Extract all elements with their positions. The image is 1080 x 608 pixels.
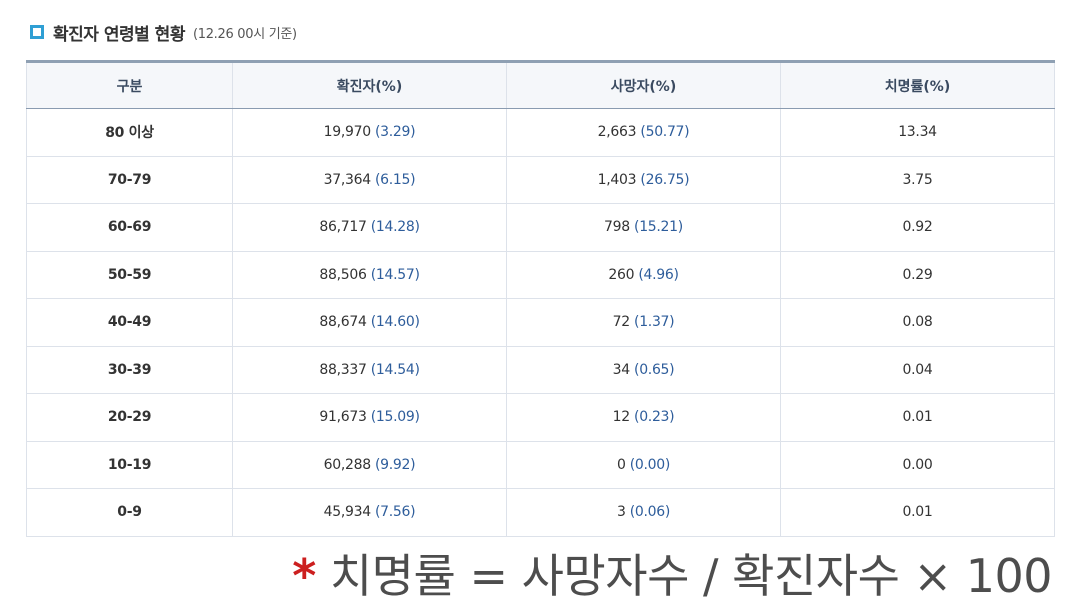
cases-cell: 60,288 (9.92): [232, 441, 507, 489]
deaths-percent: (0.00): [629, 456, 671, 473]
deaths-percent: (26.75): [640, 171, 690, 188]
deaths-count: 12: [612, 409, 631, 426]
fatality-rate-cell: 0.92: [780, 203, 1055, 252]
age-group-cell: 10-19: [26, 441, 233, 489]
square-bullet-icon: [30, 25, 44, 39]
age-group-cell: 30-39: [26, 346, 233, 394]
deaths-cell: 0 (0.00): [506, 441, 781, 489]
deaths-percent: (0.23): [634, 409, 675, 426]
cases-count: 88,506: [319, 266, 367, 283]
cases-cell: 91,673 (15.09): [232, 393, 507, 442]
deaths-count: 3: [616, 504, 626, 521]
cases-percent: (6.15): [375, 171, 416, 188]
cases-count: 86,717: [319, 219, 367, 236]
deaths-percent: (15.21): [634, 219, 683, 236]
deaths-cell: 34 (0.65): [506, 346, 781, 394]
cases-cell: 86,717 (14.28): [232, 203, 507, 252]
deaths-count: 1,403: [597, 171, 637, 188]
age-group-cell: 70-79: [26, 156, 233, 204]
fatality-rate-cell: 13.34: [780, 108, 1055, 157]
table-header-row: 구분 확진자(%) 사망자(%) 치명률(%): [26, 61, 1055, 109]
cases-count: 88,337: [319, 361, 367, 378]
cases-percent: (3.29): [375, 124, 416, 141]
cases-cell: 37,364 (6.15): [232, 156, 507, 204]
cases-cell: 19,970 (3.29): [232, 108, 507, 157]
header-category: 구분: [26, 61, 233, 109]
section-subtitle: (12.26 00시 기준): [192, 26, 297, 42]
cases-count: 88,674: [319, 314, 367, 331]
header-deaths: 사망자(%): [506, 61, 781, 109]
fatality-rate-cell: 0.08: [780, 298, 1055, 347]
header-cases: 확진자(%): [232, 61, 507, 109]
table-row: 40-49 88,674 (14.60) 72 (1.37) 0.08: [26, 298, 1055, 347]
cases-count: 19,970: [323, 124, 371, 141]
deaths-percent: (4.96): [638, 266, 679, 283]
fatality-rate-cell: 3.75: [780, 156, 1055, 204]
footnote: * 치명률 = 사망자수 / 확진자수 × 100: [292, 548, 1052, 604]
table-row: 20-29 91,673 (15.09) 12 (0.23) 0.01: [26, 393, 1055, 442]
age-stats-table: 구분 확진자(%) 사망자(%) 치명률(%) 80 이상 19,970 (3.2…: [26, 60, 1055, 537]
cases-percent: (14.28): [370, 219, 420, 236]
table-row: 50-59 88,506 (14.57) 260 (4.96) 0.29: [26, 251, 1055, 299]
cases-count: 91,673: [319, 409, 367, 426]
deaths-count: 0: [616, 456, 626, 473]
deaths-count: 2,663: [597, 124, 637, 141]
section-header: 확진자 연령별 현황 (12.26 00시 기준): [30, 20, 297, 45]
age-group-cell: 20-29: [26, 393, 233, 442]
cases-count: 60,288: [323, 456, 371, 473]
cases-percent: (14.60): [370, 314, 420, 331]
cases-cell: 88,506 (14.57): [232, 251, 507, 299]
deaths-cell: 1,403 (26.75): [506, 156, 781, 204]
fatality-rate-cell: 0.01: [780, 393, 1055, 442]
deaths-count: 260: [608, 266, 635, 283]
section-title: 확진자 연령별 현황: [53, 24, 185, 45]
fatality-rate-cell: 0.29: [780, 251, 1055, 299]
deaths-cell: 12 (0.23): [506, 393, 781, 442]
age-group-cell: 40-49: [26, 298, 233, 347]
cases-count: 37,364: [323, 171, 371, 188]
cases-percent: (14.54): [370, 361, 420, 378]
cases-count: 45,934: [323, 504, 371, 521]
deaths-cell: 260 (4.96): [506, 251, 781, 299]
cases-percent: (9.92): [375, 456, 416, 473]
table-row: 30-39 88,337 (14.54) 34 (0.65) 0.04: [26, 346, 1055, 394]
cases-cell: 88,674 (14.60): [232, 298, 507, 347]
table-row: 0-9 45,934 (7.56) 3 (0.06) 0.01: [26, 488, 1055, 537]
deaths-count: 34: [612, 361, 631, 378]
deaths-cell: 798 (15.21): [506, 203, 781, 252]
deaths-count: 72: [612, 314, 631, 331]
deaths-percent: (50.77): [640, 124, 690, 141]
table-row: 70-79 37,364 (6.15) 1,403 (26.75) 3.75: [26, 156, 1055, 204]
deaths-cell: 72 (1.37): [506, 298, 781, 347]
footnote-asterisk: *: [292, 549, 316, 603]
cases-cell: 45,934 (7.56): [232, 488, 507, 537]
age-group-cell: 80 이상: [26, 108, 233, 157]
table-row: 80 이상 19,970 (3.29) 2,663 (50.77) 13.34: [26, 108, 1055, 157]
cases-percent: (7.56): [375, 504, 416, 521]
deaths-percent: (0.65): [634, 361, 675, 378]
cases-cell: 88,337 (14.54): [232, 346, 507, 394]
table-row: 10-19 60,288 (9.92) 0 (0.00) 0.00: [26, 441, 1055, 489]
header-fatality: 치명률(%): [780, 61, 1055, 109]
fatality-rate-cell: 0.01: [780, 488, 1055, 537]
age-group-cell: 50-59: [26, 251, 233, 299]
fatality-rate-cell: 0.04: [780, 346, 1055, 394]
cases-percent: (15.09): [370, 409, 420, 426]
deaths-percent: (1.37): [634, 314, 675, 331]
deaths-cell: 2,663 (50.77): [506, 108, 781, 157]
age-group-cell: 0-9: [26, 488, 233, 537]
fatality-rate-cell: 0.00: [780, 441, 1055, 489]
table-row: 60-69 86,717 (14.28) 798 (15.21) 0.92: [26, 203, 1055, 252]
age-group-cell: 60-69: [26, 203, 233, 252]
cases-percent: (14.57): [370, 266, 420, 283]
footnote-formula: 치명률 = 사망자수 / 확진자수 × 100: [329, 549, 1053, 603]
deaths-percent: (0.06): [629, 504, 671, 521]
deaths-cell: 3 (0.06): [506, 488, 781, 537]
deaths-count: 798: [604, 219, 630, 236]
